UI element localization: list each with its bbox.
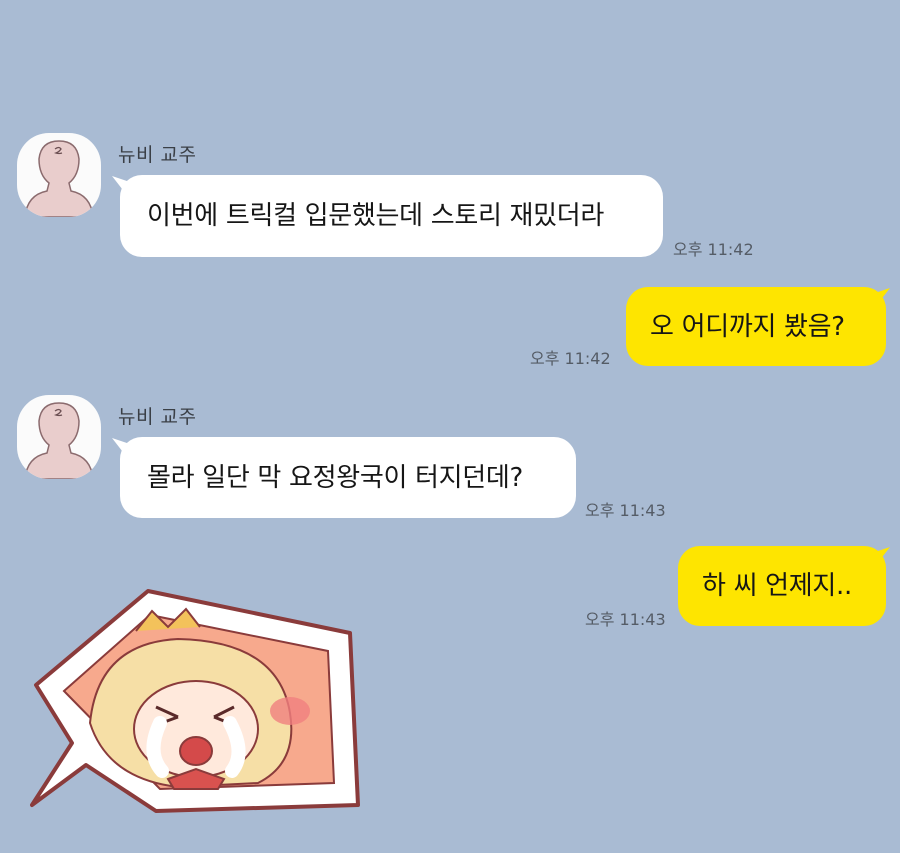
message-timestamp: 오후 11:43	[585, 501, 666, 520]
message-bubble[interactable]: 몰라 일단 막 요정왕국이 터지던데?	[120, 437, 576, 518]
sender-name: 뉴비 교주	[118, 406, 197, 428]
sender-name: 뉴비 교주	[118, 144, 197, 166]
sender-avatar-icon[interactable]	[17, 133, 101, 217]
message-bubble[interactable]: 이번에 트릭컬 입문했는데 스토리 재밌더라	[120, 175, 663, 257]
sender-avatar-icon[interactable]	[17, 395, 101, 479]
message-bubble[interactable]: 오 어디까지 봤음?	[626, 287, 886, 366]
message-bubble[interactable]: 하 씨 언제지..	[678, 546, 886, 626]
message-timestamp: 오후 11:42	[530, 349, 611, 368]
message-timestamp: 오후 11:42	[673, 240, 754, 259]
chat-room: 뉴비 교주 이번에 트릭컬 입문했는데 스토리 재밌더라 오후 11:42 오 …	[0, 0, 900, 853]
crying-character-sticker-icon[interactable]	[28, 583, 373, 813]
message-timestamp: 오후 11:43	[585, 610, 666, 629]
